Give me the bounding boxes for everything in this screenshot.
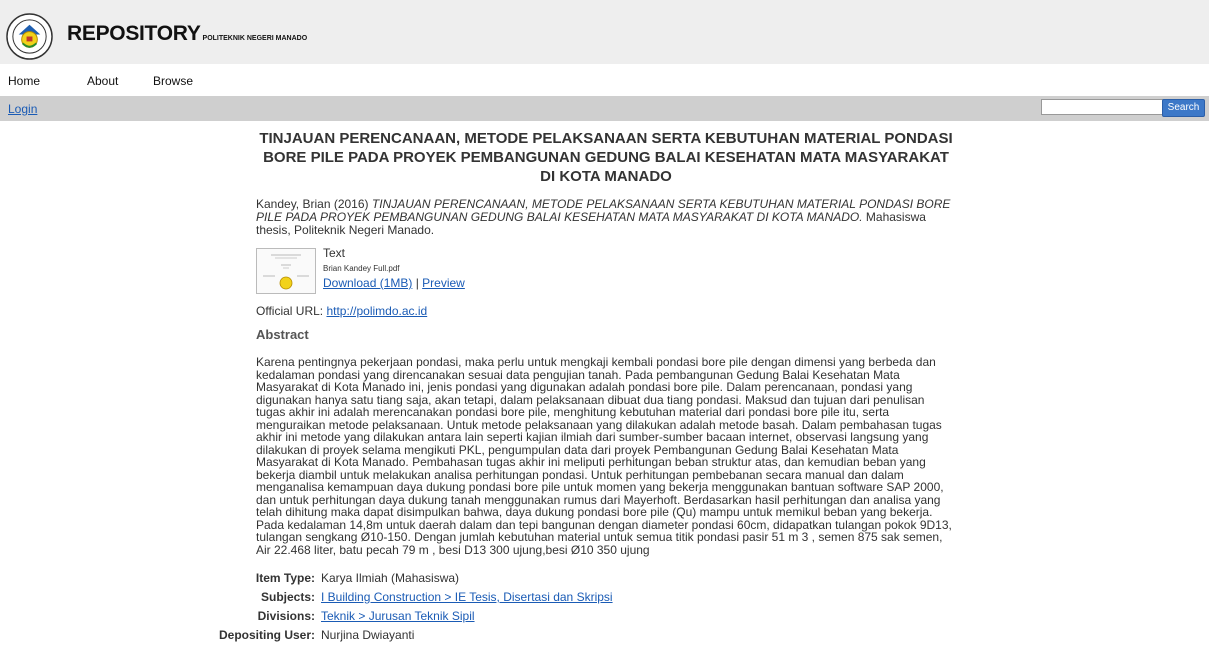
metadata-label: Divisions: — [257, 609, 315, 623]
official-url-link[interactable]: http://polimdo.ac.id — [326, 304, 427, 318]
item-detail: TINJAUAN PERENCANAAN, METODE PELAKSANAAN… — [219, 125, 956, 647]
metadata-value: Karya Ilmiah (Mahasiswa) — [321, 571, 460, 585]
document-type: Text — [323, 246, 346, 260]
nav-home[interactable]: Home — [8, 74, 40, 88]
link-separator: | — [412, 276, 423, 290]
official-url-label: Official URL: — [256, 304, 327, 318]
main-nav: Home About Browse — [0, 64, 1209, 89]
official-url: Official URL: http://polimdo.ac.id — [256, 304, 956, 318]
search-button[interactable]: Search — [1162, 99, 1205, 117]
citation: Kandey, Brian (2016) TINJAUAN PERENCANAA… — [256, 198, 956, 237]
download-link[interactable]: Download (1MB) — [323, 276, 412, 290]
abstract-heading: Abstract — [256, 327, 309, 342]
metadata-row-subjects: Subjects: I Building Construction > IE T… — [256, 590, 956, 609]
document-filename: Brian Kandey Full.pdf — [323, 264, 400, 273]
site-title-text: REPOSITORY — [67, 22, 201, 45]
metadata-label: Depositing User: — [218, 628, 315, 642]
document-thumbnail[interactable] — [256, 248, 316, 294]
site-title[interactable]: REPOSITORY POLITEKNIK NEGERI MANADO — [67, 22, 307, 46]
site-subtitle: POLITEKNIK NEGERI MANADO — [202, 35, 308, 42]
metadata-row-depositing-user: Depositing User: Nurjina Dwiayanti — [219, 628, 956, 647]
document-info: Text Brian Kandey Full.pdf Download (1MB… — [323, 247, 465, 290]
metadata-row-item-type: Item Type: Karya Ilmiah (Mahasiswa) — [256, 571, 956, 590]
polimdo-logo-icon[interactable] — [6, 13, 53, 60]
metadata-label: Subjects: — [260, 590, 315, 604]
login-search-bar: Login Search — [0, 96, 1209, 121]
nav-about[interactable]: About — [87, 74, 118, 88]
abstract-text: Karena pentingnya pekerjaan pondasi, mak… — [256, 355, 952, 557]
site-header: REPOSITORY POLITEKNIK NEGERI MANADO — [0, 0, 1209, 64]
login-link[interactable]: Login — [8, 102, 37, 116]
metadata-table: Item Type: Karya Ilmiah (Mahasiswa) Subj… — [219, 571, 956, 647]
metadata-row-divisions: Divisions: Teknik > Jurusan Teknik Sipil — [256, 609, 956, 628]
citation-author-year: Kandey, Brian (2016) — [256, 197, 372, 211]
preview-link[interactable]: Preview — [422, 276, 465, 290]
metadata-label: Item Type: — [255, 571, 315, 585]
document-entry: Text Brian Kandey Full.pdf Download (1MB… — [256, 247, 956, 294]
subjects-link[interactable]: I Building Construction > IE Tesis, Dise… — [321, 590, 613, 604]
item-title: TINJAUAN PERENCANAAN, METODE PELAKSANAAN… — [259, 130, 953, 185]
nav-browse[interactable]: Browse — [153, 74, 193, 88]
metadata-value: Nurjina Dwiayanti — [321, 628, 415, 642]
divisions-link[interactable]: Teknik > Jurusan Teknik Sipil — [321, 609, 475, 623]
